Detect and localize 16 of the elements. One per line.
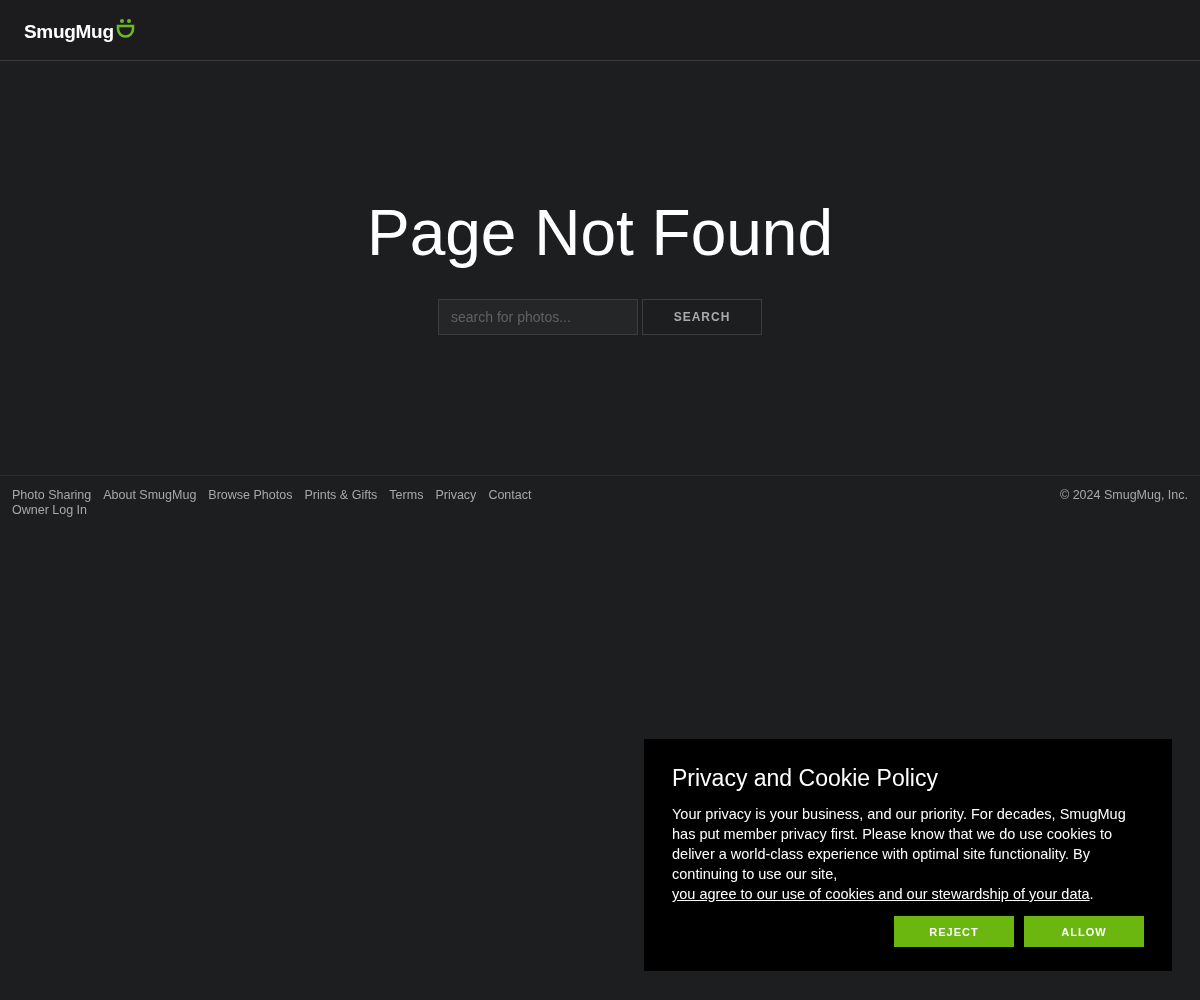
footer-link[interactable]: Photo Sharing [12, 488, 92, 503]
logo-text[interactable]: SmugMug [24, 20, 114, 43]
footer-link[interactable]: Prints & Gifts [304, 488, 378, 503]
cookie-policy-link[interactable]: you agree to our use of cookies and our stewardship of your data [672, 886, 1090, 902]
footer-link[interactable]: Privacy [435, 488, 477, 503]
cookie-policy-text: Your privacy is your business, and our priority. For decades, SmugMug has put member privacy first. Please know that we do use cookies to deliver a world-class experience with optimal site functionality. By continuing to use our site, you agree to our use of cookies and our stewardship of your data. [672, 805, 1127, 904]
search-field[interactable]: search for photos... [438, 299, 638, 335]
footer-link[interactable]: Terms [389, 488, 424, 503]
dialog-title: Privacy and Cookie Policy [672, 765, 939, 792]
smiley-icon [115, 17, 135, 39]
footer-link[interactable]: Contact [488, 488, 532, 503]
footer-link[interactable]: Browse Photos [208, 488, 293, 503]
search-button[interactable]: SEARCH [642, 299, 762, 335]
copyright-text: © 2024 SmugMug, Inc. [1059, 488, 1188, 503]
footer-link[interactable]: Owner Log In [12, 503, 88, 518]
footer-link[interactable]: About SmugMug [103, 488, 197, 503]
